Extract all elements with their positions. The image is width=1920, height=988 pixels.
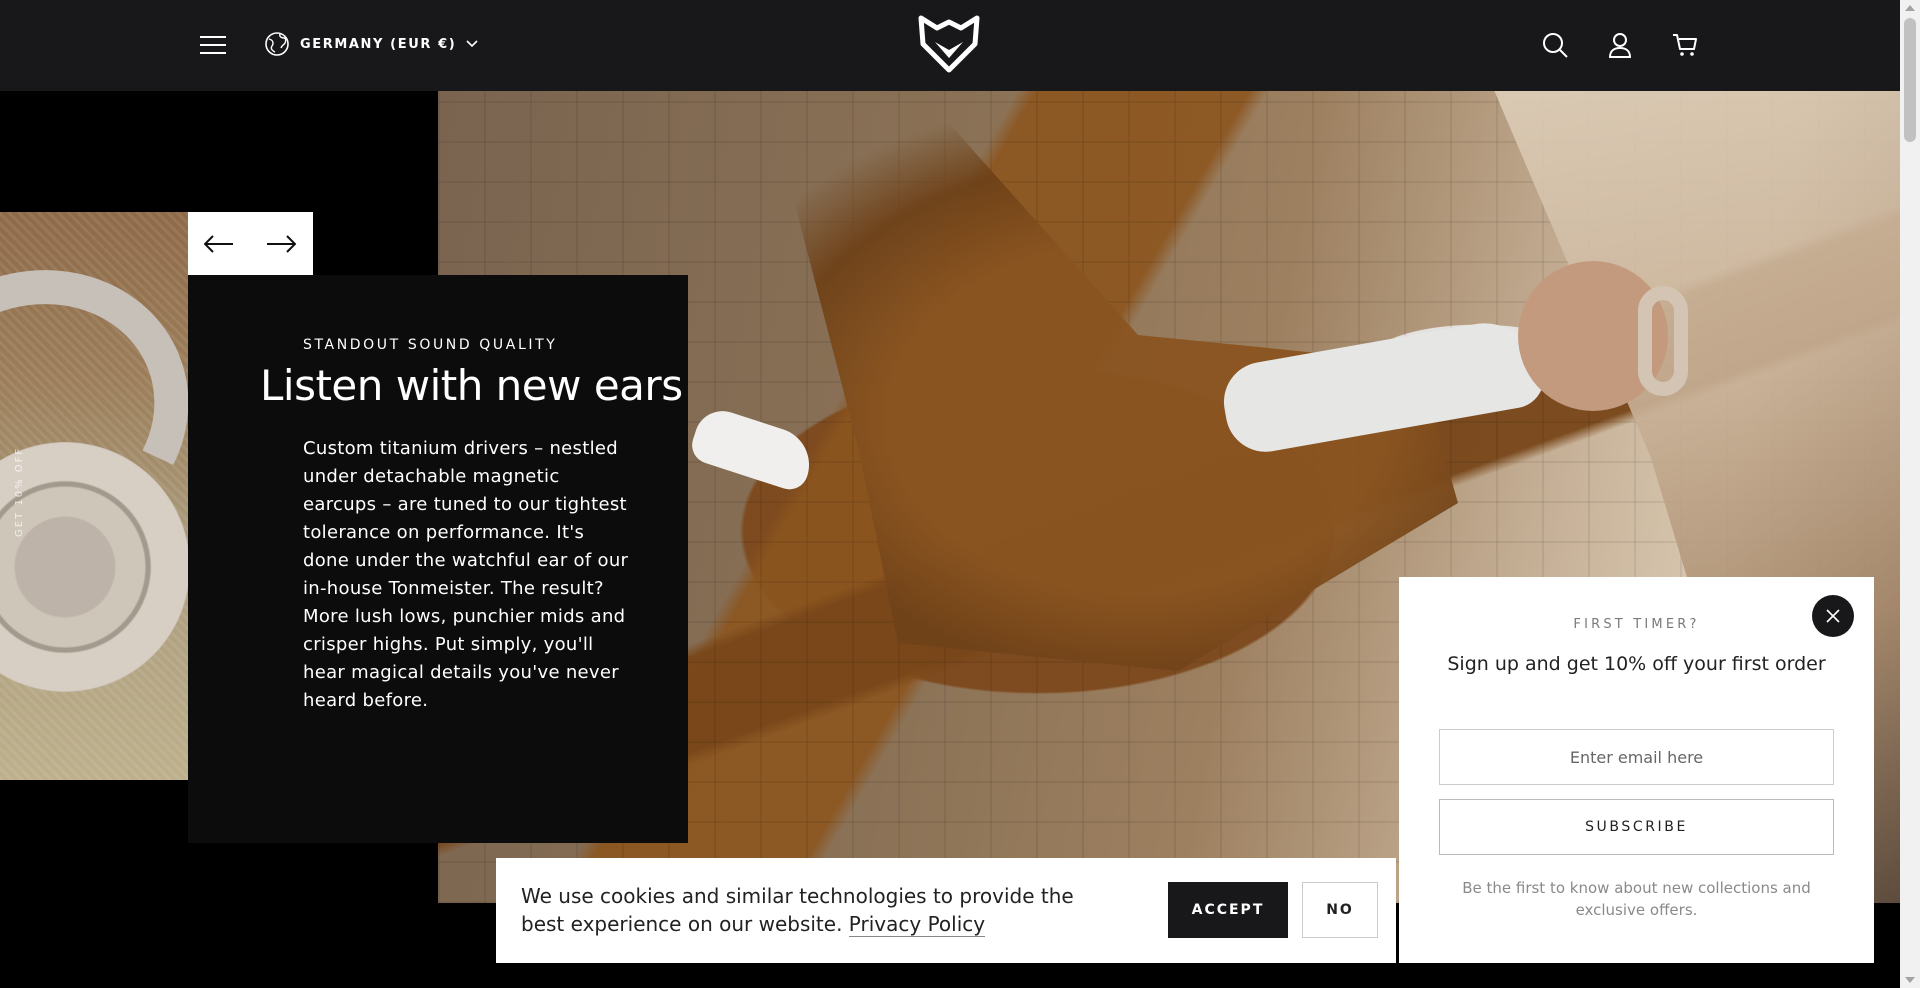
logo-link[interactable] bbox=[915, 12, 983, 76]
cookie-text: We use cookies and similar technologies … bbox=[521, 884, 1074, 936]
arrow-right-icon bbox=[267, 234, 296, 253]
search-button[interactable] bbox=[1540, 30, 1570, 60]
slider-next-button[interactable] bbox=[250, 212, 312, 275]
hero-body: Custom titanium drivers – nestled under … bbox=[303, 438, 629, 711]
scrollbar-thumb[interactable] bbox=[1904, 18, 1916, 142]
arrow-left-icon bbox=[204, 234, 233, 253]
signup-popup: FIRST TIMER? Sign up and get 10% off you… bbox=[1399, 577, 1874, 963]
globe-icon bbox=[265, 32, 289, 56]
cart-icon bbox=[1673, 34, 1697, 56]
hero-text-panel: STANDOUT SOUND QUALITY Listen with new e… bbox=[188, 275, 688, 843]
accept-cookies-button[interactable]: ACCEPT bbox=[1168, 882, 1288, 938]
hero-eyebrow: STANDOUT SOUND QUALITY bbox=[303, 337, 558, 353]
cart-button[interactable] bbox=[1670, 30, 1700, 60]
site-header: GERMANY (EUR €) bbox=[0, 0, 1900, 91]
subscribe-button[interactable]: SUBSCRIBE bbox=[1439, 799, 1834, 855]
account-button[interactable] bbox=[1605, 30, 1635, 60]
hero-headline: Listen with new ears bbox=[260, 361, 683, 410]
fox-logo bbox=[918, 15, 980, 73]
menu-button[interactable] bbox=[198, 30, 228, 60]
hamburger-menu-icon bbox=[200, 36, 226, 54]
privacy-policy-link[interactable]: Privacy Policy bbox=[848, 912, 986, 937]
slider-prev-button[interactable] bbox=[188, 212, 250, 275]
scroll-up-icon[interactable] bbox=[1905, 5, 1915, 11]
side-slide-image[interactable] bbox=[0, 212, 188, 780]
page-scrollbar[interactable] bbox=[1900, 0, 1920, 988]
slider-controls bbox=[188, 212, 313, 275]
popup-footnote: Be the first to know about new collectio… bbox=[1462, 879, 1811, 919]
search-icon bbox=[1543, 33, 1568, 58]
popup-title: Sign up and get 10% off your first order bbox=[1447, 653, 1826, 675]
cookie-message: We use cookies and similar technologies … bbox=[521, 882, 1121, 938]
account-icon bbox=[1608, 33, 1632, 58]
decline-cookies-button[interactable]: NO bbox=[1302, 882, 1378, 938]
cookie-banner: We use cookies and similar technologies … bbox=[496, 858, 1396, 963]
side-promo-label[interactable]: GET 10% OFF bbox=[14, 447, 25, 537]
chevron-down-icon bbox=[466, 40, 478, 48]
country-label: GERMANY (EUR €) bbox=[300, 36, 457, 52]
scroll-down-icon[interactable] bbox=[1905, 977, 1915, 983]
country-selector[interactable]: GERMANY (EUR €) bbox=[264, 28, 478, 60]
popup-eyebrow: FIRST TIMER? bbox=[1573, 617, 1700, 632]
email-field[interactable] bbox=[1439, 729, 1834, 785]
